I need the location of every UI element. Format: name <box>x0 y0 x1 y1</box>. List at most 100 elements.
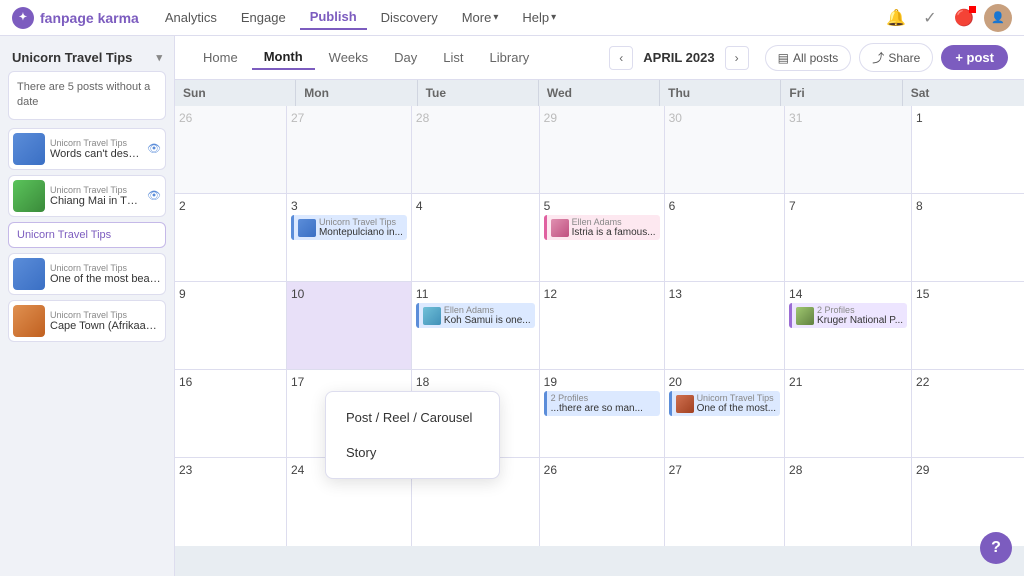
nav-more[interactable]: More ▾ <box>452 6 509 29</box>
new-post-btn[interactable]: + post <box>941 45 1008 70</box>
cal-date: 27 <box>669 463 682 477</box>
top-nav: ✦ fanpage karma Analytics Engage Publish… <box>0 0 1024 36</box>
nav-more-chevron: ▾ <box>493 12 498 23</box>
calendar-header: Sun Mon Tue Wed Thu Fri Sat <box>175 80 1024 106</box>
cal-event[interactable]: 2 Profiles Kruger National P... <box>789 303 907 328</box>
cal-cell-selected[interactable]: 10 <box>287 282 412 370</box>
cal-date: 2 <box>179 199 186 213</box>
list-item[interactable]: Unicorn Travel Tips One of the most beau… <box>8 253 166 295</box>
cal-cell[interactable]: 21 <box>785 370 912 458</box>
cal-date: 13 <box>669 287 682 301</box>
cal-cell[interactable]: 30 <box>665 106 785 194</box>
cal-date: 29 <box>916 463 929 477</box>
post-eye-icon: 👁 <box>147 189 161 202</box>
post-thumbnail <box>13 258 45 290</box>
cal-cell[interactable]: 29 <box>912 458 1024 546</box>
cal-cell[interactable]: 27 <box>665 458 785 546</box>
day-header-tue: Tue <box>418 80 539 106</box>
prev-month-btn[interactable]: ‹ <box>609 46 633 70</box>
cal-date: 14 <box>789 287 802 301</box>
cal-cell[interactable]: 8 <box>912 194 1024 282</box>
list-item[interactable]: Unicorn Travel Tips Chiang Mai in Thaila… <box>8 175 166 217</box>
logo[interactable]: ✦ fanpage karma <box>12 7 139 29</box>
cal-cell[interactable]: 2 <box>175 194 287 282</box>
event-title: One of the most... <box>697 403 776 414</box>
cal-cell[interactable]: 27 <box>287 106 412 194</box>
tab-home[interactable]: Home <box>191 46 250 69</box>
cal-cell[interactable]: 7 <box>785 194 912 282</box>
day-header-mon: Mon <box>296 80 417 106</box>
cal-cell[interactable]: 15 <box>912 282 1024 370</box>
cal-event[interactable]: Unicorn Travel Tips Montepulciano in... <box>291 215 407 240</box>
list-item[interactable]: Unicorn Travel Tips <box>8 222 166 248</box>
cal-cell[interactable]: 3 Unicorn Travel Tips Montepulciano in..… <box>287 194 412 282</box>
event-channel: Unicorn Travel Tips <box>697 393 776 403</box>
list-item[interactable]: Unicorn Travel Tips Words can't describe… <box>8 128 166 170</box>
cal-date: 1 <box>916 111 923 125</box>
post-thumbnail <box>13 133 45 165</box>
nav-analytics[interactable]: Analytics <box>155 6 227 29</box>
cal-cell[interactable]: 13 <box>665 282 785 370</box>
cal-cell[interactable]: 29 <box>540 106 665 194</box>
post-text: Chiang Mai in Thailand is on... <box>50 195 142 207</box>
cal-cell[interactable]: 1 <box>912 106 1024 194</box>
tab-library[interactable]: Library <box>478 46 542 69</box>
cal-cell[interactable]: 9 <box>175 282 287 370</box>
tab-list[interactable]: List <box>431 46 475 69</box>
cal-date: 6 <box>669 199 676 213</box>
all-posts-btn[interactable]: ▤ All posts <box>765 45 852 71</box>
dropdown-item-post[interactable]: Post / Reel / Carousel <box>326 400 499 435</box>
cal-cell[interactable]: 6 <box>665 194 785 282</box>
cal-event[interactable]: Ellen Adams Koh Samui is one... <box>416 303 535 328</box>
calendar: Sun Mon Tue Wed Thu Fri Sat 26 27 28 29 … <box>175 80 1024 576</box>
cal-cell[interactable]: 31 <box>785 106 912 194</box>
dropdown-item-story[interactable]: Story <box>326 435 499 470</box>
cal-date: 26 <box>179 111 192 125</box>
cal-cell[interactable]: 22 <box>912 370 1024 458</box>
next-month-btn[interactable]: › <box>725 46 749 70</box>
alert-btn[interactable]: 🔴 <box>950 4 978 32</box>
cal-date: 5 <box>544 199 551 213</box>
cal-cell[interactable]: 28 <box>785 458 912 546</box>
day-header-sat: Sat <box>903 80 1024 106</box>
month-label: APRIL 2023 <box>635 50 722 65</box>
cal-event[interactable]: 2 Profiles ...there are so man... <box>544 391 660 416</box>
cal-cell[interactable]: 11 Ellen Adams Koh Samui is one... <box>412 282 540 370</box>
nav-engage[interactable]: Engage <box>231 6 296 29</box>
cal-date: 28 <box>789 463 802 477</box>
cal-cell[interactable]: 28 <box>412 106 540 194</box>
cal-cell[interactable]: 19 2 Profiles ...there are so man... <box>540 370 665 458</box>
cal-cell[interactable]: 5 Ellen Adams Istria is a famous... <box>540 194 665 282</box>
list-item[interactable]: Unicorn Travel Tips Cape Town (Afrikaans… <box>8 300 166 342</box>
cal-event[interactable]: Ellen Adams Istria is a famous... <box>544 215 660 240</box>
cal-cell[interactable]: 12 <box>540 282 665 370</box>
avatar[interactable]: 👤 <box>984 4 1012 32</box>
help-btn[interactable]: ? <box>980 532 1012 564</box>
cal-date: 18 <box>416 375 429 389</box>
day-header-thu: Thu <box>660 80 781 106</box>
day-header-wed: Wed <box>539 80 660 106</box>
cal-event[interactable]: Unicorn Travel Tips One of the most... <box>669 391 780 416</box>
nav-help[interactable]: Help ▾ <box>512 6 566 29</box>
tab-month[interactable]: Month <box>252 45 315 70</box>
cal-cell[interactable]: 26 <box>540 458 665 546</box>
checkmark-btn[interactable]: ✓ <box>916 4 944 32</box>
post-channel: Unicorn Travel Tips <box>50 263 161 273</box>
cal-cell[interactable]: 4 <box>412 194 540 282</box>
post-channel: Unicorn Travel Tips <box>50 185 142 195</box>
cal-cell[interactable]: 23 <box>175 458 287 546</box>
nav-discovery[interactable]: Discovery <box>371 6 448 29</box>
nav-publish[interactable]: Publish <box>300 5 367 30</box>
sidebar-title[interactable]: Unicorn Travel Tips ▾ <box>8 44 166 71</box>
cal-cell[interactable]: 20 Unicorn Travel Tips One of the most..… <box>665 370 785 458</box>
logo-text: fanpage karma <box>40 10 139 26</box>
notifications-btn[interactable]: 🔔 <box>882 4 910 32</box>
cal-date: 31 <box>789 111 802 125</box>
cal-cell[interactable]: 26 <box>175 106 287 194</box>
share-btn[interactable]: ⤴ Share <box>859 43 933 72</box>
cal-cell[interactable]: 14 2 Profiles Kruger National P... <box>785 282 912 370</box>
tab-day[interactable]: Day <box>382 46 429 69</box>
tab-weeks[interactable]: Weeks <box>317 46 381 69</box>
event-channel: Unicorn Travel Tips <box>319 217 403 227</box>
cal-cell[interactable]: 16 <box>175 370 287 458</box>
